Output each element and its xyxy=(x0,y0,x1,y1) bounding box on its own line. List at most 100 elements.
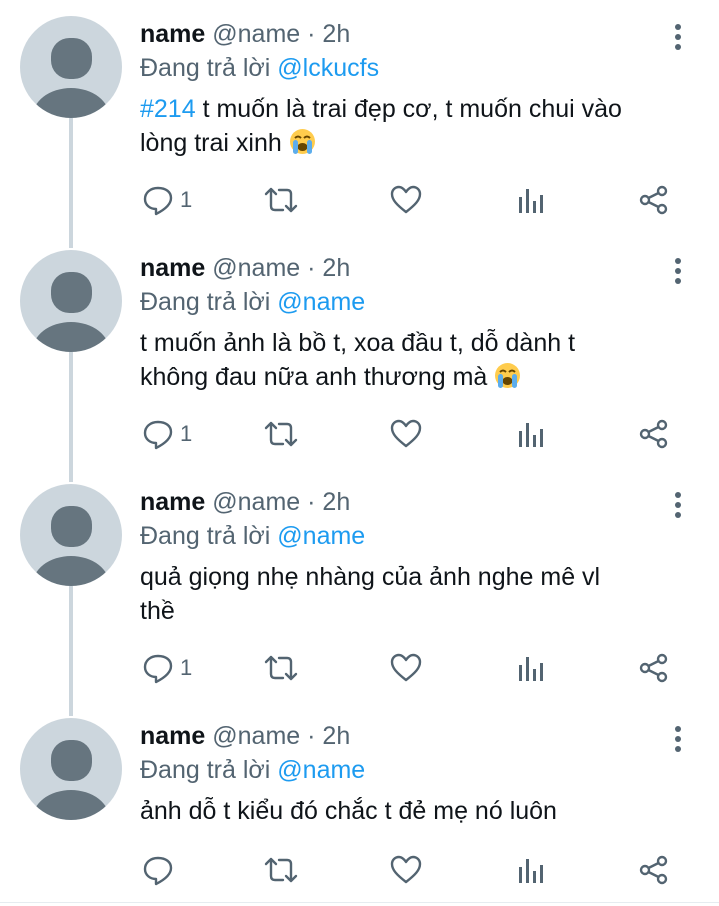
mention-link[interactable]: @name xyxy=(277,756,365,784)
retweet-arrows-icon xyxy=(264,418,298,450)
display-name[interactable]: name xyxy=(140,488,205,516)
reply-button[interactable]: 1 xyxy=(142,648,192,688)
timestamp[interactable]: · 2h xyxy=(307,722,350,750)
like-button[interactable] xyxy=(390,648,422,688)
reply-button[interactable]: 1 xyxy=(142,180,192,220)
timestamp[interactable]: · 2h xyxy=(307,488,350,516)
tweet[interactable]: name @name · 2h Đang trả lời @name t muố… xyxy=(0,234,719,468)
display-name[interactable]: name xyxy=(140,254,205,282)
tweet-actions: 1 xyxy=(0,648,719,688)
bar-chart-icon xyxy=(517,653,545,683)
tweet-text-line: t muốn là trai đẹp cơ, t muốn chui vào xyxy=(195,95,622,123)
tweet-text-line: ảnh dỗ t kiểu đó chắc t đẻ mẹ nó luôn xyxy=(140,797,557,825)
user-handle[interactable]: @name xyxy=(212,488,300,516)
replying-to: Đang trả lời @name xyxy=(140,754,365,786)
share-button[interactable] xyxy=(638,180,670,220)
more-options-icon[interactable] xyxy=(664,724,692,754)
display-name[interactable]: name xyxy=(140,20,205,48)
bar-chart-icon xyxy=(517,185,545,215)
tweet-actions: 1 xyxy=(0,414,719,454)
tweet-text-line: t muốn ảnh là bồ t, xoa đầu t, dỗ dành t xyxy=(140,329,576,357)
share-icon xyxy=(638,418,670,450)
replying-to-label: Đang trả lời xyxy=(140,288,278,316)
replying-to: Đang trả lời @lckucfs xyxy=(140,52,379,84)
divider xyxy=(0,902,719,903)
speech-bubble-icon xyxy=(142,652,174,684)
replying-to-label: Đang trả lời xyxy=(140,54,278,82)
user-handle[interactable]: @name xyxy=(212,722,300,750)
analytics-button[interactable] xyxy=(517,850,545,890)
analytics-button[interactable] xyxy=(517,648,545,688)
bar-chart-icon xyxy=(517,419,545,449)
more-options-icon[interactable] xyxy=(664,490,692,520)
replying-to-label: Đang trả lời xyxy=(140,522,278,550)
reply-thread: name @name · 2h Đang trả lời @lckucfs #2… xyxy=(0,0,719,906)
display-name[interactable]: name xyxy=(140,722,205,750)
bar-chart-icon xyxy=(517,855,545,885)
mention-link[interactable]: @name xyxy=(277,522,365,550)
tweet-text-line: thề xyxy=(140,597,175,625)
retweet-arrows-icon xyxy=(264,184,298,216)
retweet-button[interactable] xyxy=(264,648,298,688)
tweet-text: quả giọng nhẹ nhàng của ảnh nghe mê vl t… xyxy=(140,560,680,628)
heart-icon xyxy=(390,185,422,215)
reply-count: 1 xyxy=(180,187,193,212)
retweet-button[interactable] xyxy=(264,180,298,220)
tweet-actions: 1 xyxy=(0,180,719,220)
user-handle[interactable]: @name xyxy=(212,20,300,48)
tweet[interactable]: name @name · 2h Đang trả lời @name ảnh d… xyxy=(0,702,719,902)
reply-count: 1 xyxy=(180,421,193,446)
hashtag-link[interactable]: #214 xyxy=(140,95,196,123)
avatar[interactable] xyxy=(20,484,122,586)
timestamp[interactable]: · 2h xyxy=(307,254,350,282)
reply-button[interactable]: 1 xyxy=(142,414,192,454)
analytics-button[interactable] xyxy=(517,414,545,454)
tweet-text-line: lòng trai xinh xyxy=(140,129,289,157)
replying-to-label: Đang trả lời xyxy=(140,756,278,784)
more-options-icon[interactable] xyxy=(664,256,692,286)
like-button[interactable] xyxy=(390,850,422,890)
heart-icon xyxy=(390,419,422,449)
tweet-header: name @name · 2h xyxy=(140,252,350,284)
tweet[interactable]: name @name · 2h Đang trả lời @lckucfs #2… xyxy=(0,0,719,234)
retweet-button[interactable] xyxy=(264,414,298,454)
analytics-button[interactable] xyxy=(517,180,545,220)
share-button[interactable] xyxy=(638,648,670,688)
retweet-arrows-icon xyxy=(264,854,298,886)
mention-link[interactable]: @name xyxy=(277,288,365,316)
avatar[interactable] xyxy=(20,718,122,820)
share-button[interactable] xyxy=(638,850,670,890)
user-handle[interactable]: @name xyxy=(212,254,300,282)
tweet-text: #214 t muốn là trai đẹp cơ, t muốn chui … xyxy=(140,92,680,160)
tweet-text-line: không đau nữa anh thương mà xyxy=(140,363,495,391)
mention-link[interactable]: @lckucfs xyxy=(277,54,379,82)
share-button[interactable] xyxy=(638,414,670,454)
speech-bubble-icon xyxy=(142,418,174,450)
crying-face-emoji-icon xyxy=(494,362,521,389)
tweet-header: name @name · 2h xyxy=(140,486,350,518)
avatar[interactable] xyxy=(20,250,122,352)
like-button[interactable] xyxy=(390,414,422,454)
reply-button[interactable] xyxy=(142,850,180,890)
share-icon xyxy=(638,184,670,216)
retweet-button[interactable] xyxy=(264,850,298,890)
avatar[interactable] xyxy=(20,16,122,118)
reply-count: 1 xyxy=(180,655,193,680)
tweet-text: t muốn ảnh là bồ t, xoa đầu t, dỗ dành t… xyxy=(140,326,680,394)
crying-face-emoji-icon xyxy=(289,128,316,155)
replying-to: Đang trả lời @name xyxy=(140,286,365,318)
speech-bubble-icon xyxy=(142,184,174,216)
replying-to: Đang trả lời @name xyxy=(140,520,365,552)
tweet-text-line: quả giọng nhẹ nhàng của ảnh nghe mê vl xyxy=(140,563,601,591)
tweet-actions xyxy=(0,850,719,890)
speech-bubble-icon xyxy=(142,854,174,886)
tweet-text: ảnh dỗ t kiểu đó chắc t đẻ mẹ nó luôn xyxy=(140,794,680,828)
tweet-header: name @name · 2h xyxy=(140,18,350,50)
timestamp[interactable]: · 2h xyxy=(307,20,350,48)
more-options-icon[interactable] xyxy=(664,22,692,52)
tweet[interactable]: name @name · 2h Đang trả lời @name quả g… xyxy=(0,468,719,702)
heart-icon xyxy=(390,855,422,885)
like-button[interactable] xyxy=(390,180,422,220)
share-icon xyxy=(638,854,670,886)
tweet-header: name @name · 2h xyxy=(140,720,350,752)
